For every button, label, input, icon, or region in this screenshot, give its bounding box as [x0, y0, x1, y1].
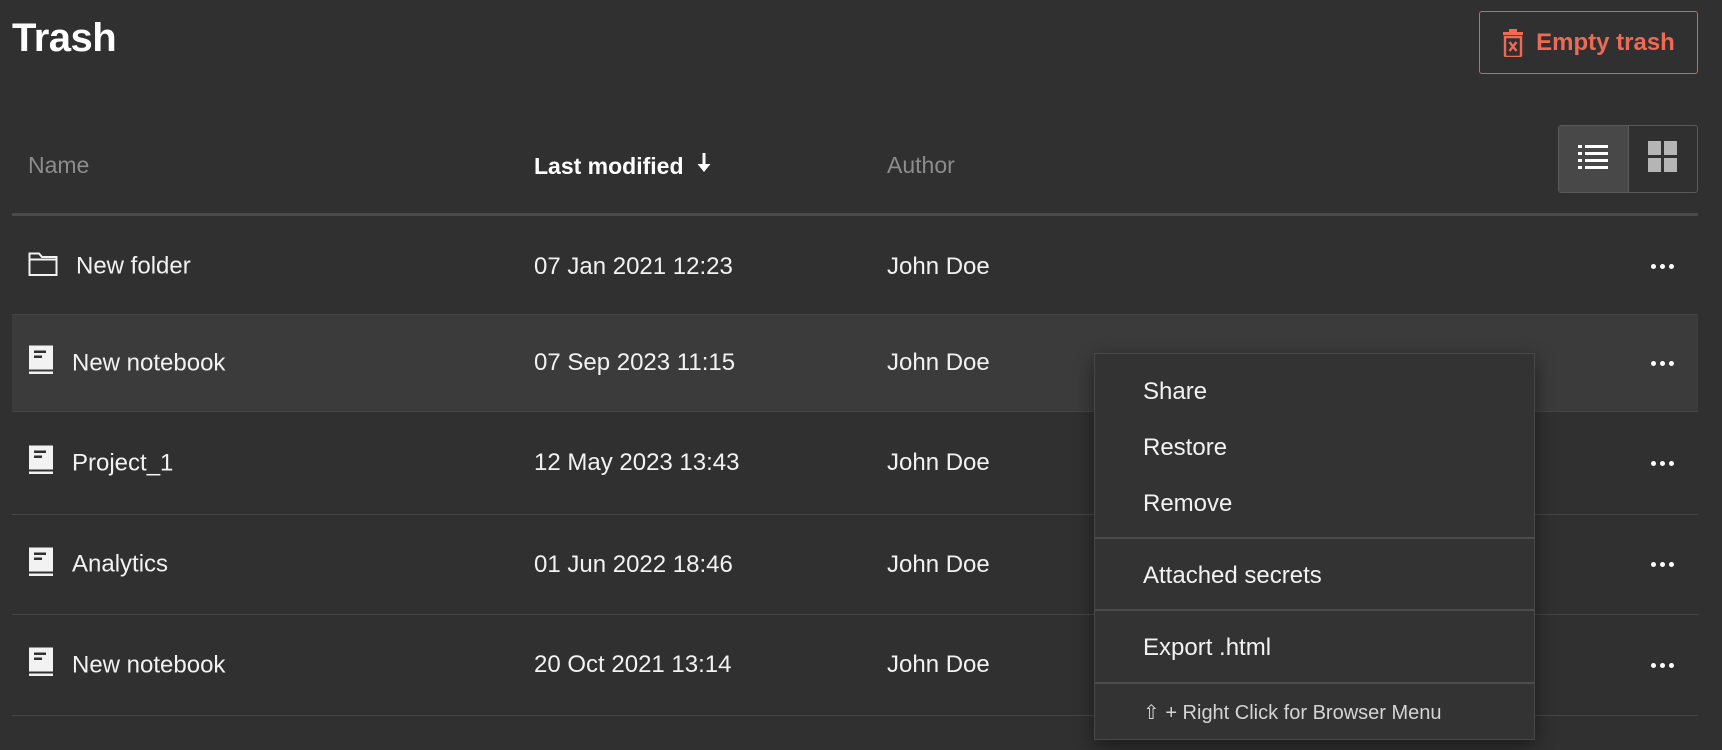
browser-menu-hint: ⇧ + Right Click for Browser Menu [1143, 702, 1442, 724]
list-icon [1578, 144, 1609, 175]
row-author: John Doe [887, 651, 990, 678]
row-name: New folder [76, 252, 191, 280]
more-options-icon[interactable] [1642, 448, 1682, 478]
more-options-icon[interactable] [1642, 650, 1682, 680]
notebook-icon [28, 546, 54, 583]
column-header-last-modified-label: Last modified [534, 152, 684, 179]
more-options-icon[interactable] [1642, 252, 1682, 282]
more-options-icon[interactable] [1642, 550, 1682, 580]
menu-item-attached-secrets[interactable]: Attached secrets [1143, 562, 1322, 590]
row-modified: 20 Oct 2021 13:14 [534, 651, 732, 678]
menu-divider [1095, 682, 1534, 684]
row-modified: 07 Sep 2023 11:15 [534, 349, 736, 376]
view-toggle [1558, 125, 1698, 193]
empty-trash-button[interactable]: Empty trash [1479, 11, 1698, 74]
grid-view-button[interactable] [1629, 126, 1698, 192]
row-modified: 01 Jun 2022 18:46 [534, 550, 733, 578]
list-view-button[interactable] [1559, 126, 1629, 192]
row-name: Analytics [72, 550, 169, 578]
row-modified: 07 Jan 2021 12:23 [534, 252, 733, 280]
row-author: John Doe [887, 550, 990, 578]
menu-divider [1095, 537, 1534, 539]
row-author: John Doe [887, 252, 990, 280]
grid-icon [1647, 140, 1678, 178]
menu-item-export-html[interactable]: Export .html [1143, 634, 1271, 662]
menu-item-share[interactable]: Share [1143, 378, 1207, 406]
row-author: John Doe [887, 349, 990, 376]
more-options-icon[interactable] [1642, 348, 1682, 378]
row-author: John Doe [887, 449, 990, 476]
menu-divider [1095, 609, 1534, 611]
menu-item-restore[interactable]: Restore [1143, 434, 1227, 462]
menu-item-remove[interactable]: Remove [1143, 490, 1232, 518]
column-header-name[interactable]: Name [28, 152, 89, 179]
notebook-icon [28, 345, 54, 382]
table-row[interactable]: New folder 07 Jan 2021 12:23 John Doe [12, 219, 1698, 315]
column-header-author[interactable]: Author [887, 152, 955, 179]
context-menu: Share Restore Remove Attached secrets Ex… [1094, 353, 1535, 740]
row-modified: 12 May 2023 13:43 [534, 449, 740, 476]
row-name: New notebook [72, 651, 226, 678]
sort-arrow-down-icon [696, 152, 712, 180]
row-name: New notebook [72, 349, 226, 376]
column-header-last-modified[interactable]: Last modified [534, 152, 712, 180]
empty-trash-label: Empty trash [1536, 28, 1675, 56]
notebook-icon [28, 647, 54, 684]
folder-icon [28, 250, 58, 283]
notebook-icon [28, 445, 54, 482]
trash-icon [1502, 28, 1524, 57]
page-title: Trash [12, 16, 117, 60]
table-header: Name Last modified Author [12, 125, 1698, 216]
row-name: Project_1 [72, 449, 174, 476]
